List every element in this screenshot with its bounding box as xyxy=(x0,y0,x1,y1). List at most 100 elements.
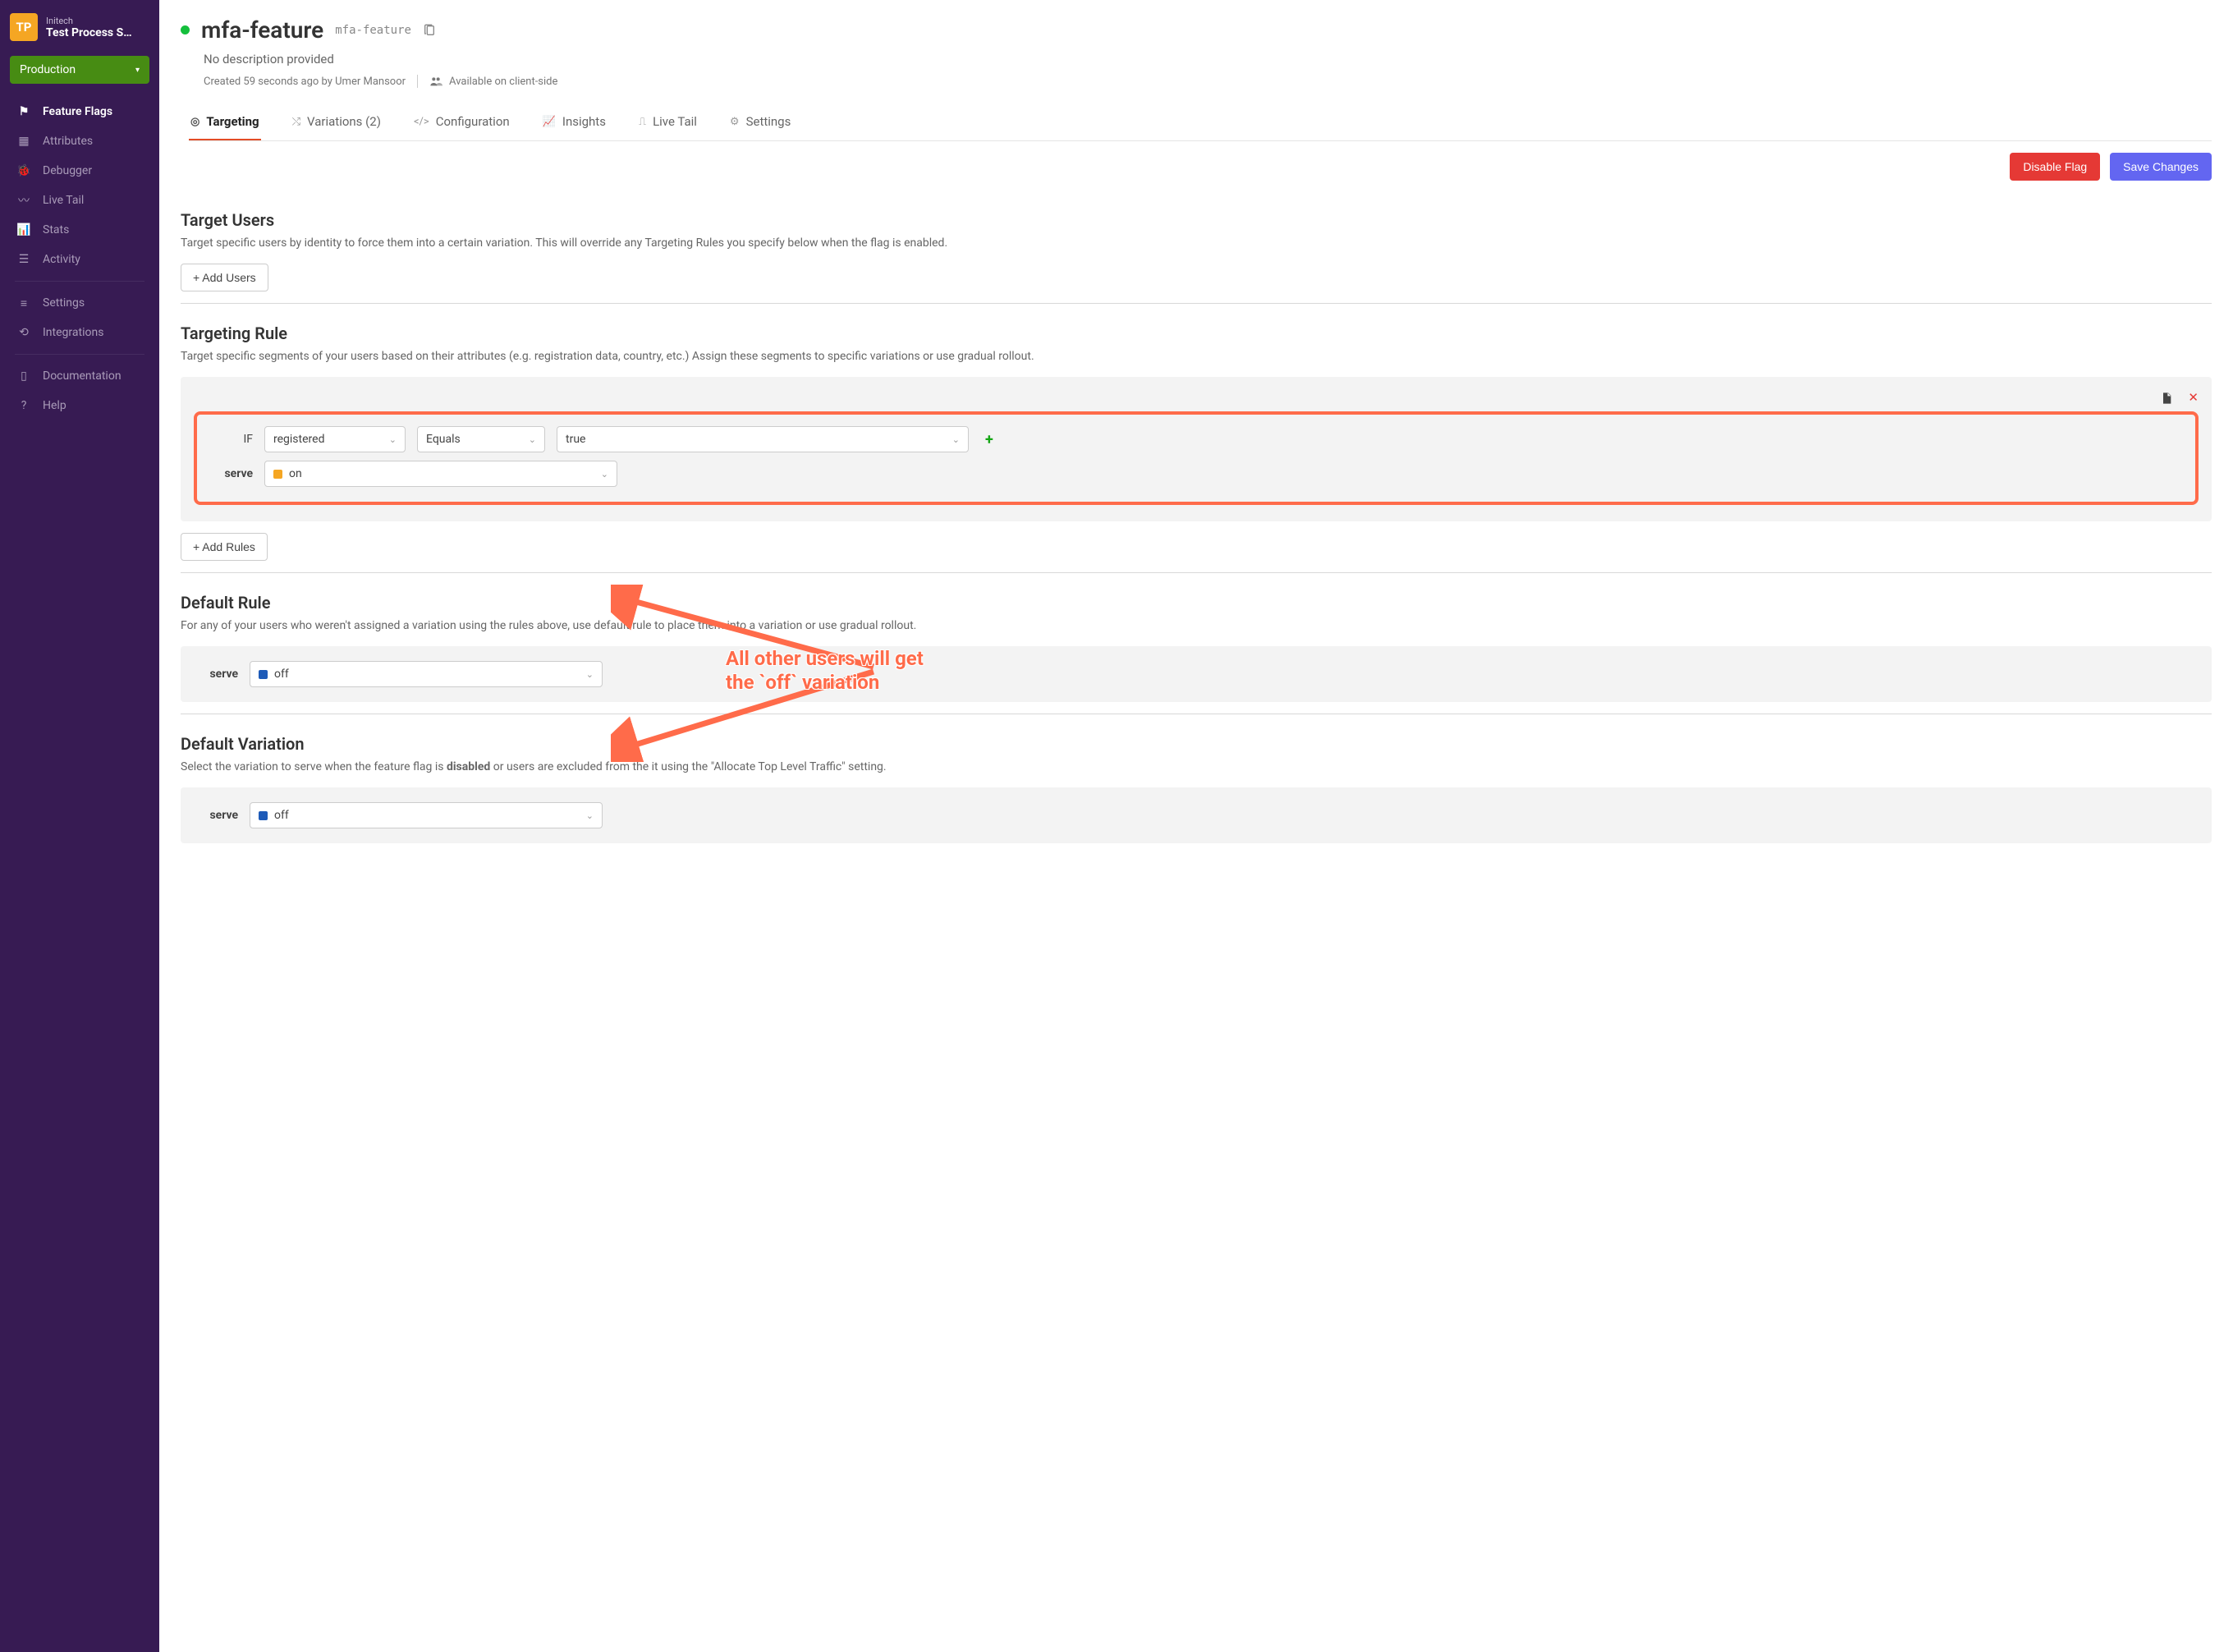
flag-icon: ⚑ xyxy=(16,104,31,119)
save-changes-button[interactable]: Save Changes xyxy=(2110,153,2212,181)
section-description: Target specific segments of your users b… xyxy=(181,348,2212,365)
rule-serve-row: serve on ⌄ xyxy=(209,461,2182,487)
copy-rule-button[interactable] xyxy=(2160,390,2173,405)
sidebar-item-stats[interactable]: 📊 Stats xyxy=(0,215,159,245)
flag-availability: Available on client-side xyxy=(449,76,557,88)
book-icon: ▯ xyxy=(16,369,31,383)
default-variation-serve-row: serve off ⌄ xyxy=(194,802,2199,828)
tab-settings[interactable]: ⚙ Settings xyxy=(728,108,792,140)
tab-label: Insights xyxy=(562,114,606,129)
sidebar-item-activity[interactable]: ☰ Activity xyxy=(0,245,159,274)
sidebar-item-label: Stats xyxy=(43,223,69,236)
tab-live-tail[interactable]: ⎍ Live Tail xyxy=(637,108,699,140)
sidebar-item-attributes[interactable]: ▦ Attributes xyxy=(0,126,159,156)
org-name: Initech xyxy=(46,16,132,26)
tab-label: Variations (2) xyxy=(307,114,381,129)
sidebar: TP Initech Test Process S… Production ▾ … xyxy=(0,0,159,1652)
serve-text: off xyxy=(274,809,289,822)
serve-select[interactable]: on ⌄ xyxy=(264,461,617,487)
sidebar-item-label: Documentation xyxy=(43,369,122,383)
section-divider xyxy=(181,303,2212,304)
default-rule-serve-select[interactable]: off ⌄ xyxy=(250,661,603,687)
sidebar-item-label: Integrations xyxy=(43,326,103,339)
section-description: For any of your users who weren't assign… xyxy=(181,617,2212,635)
tab-label: Settings xyxy=(746,114,791,129)
add-rules-button[interactable]: + Add Rules xyxy=(181,533,268,561)
serve-text: off xyxy=(274,668,289,681)
add-condition-button[interactable]: + xyxy=(985,431,993,448)
sidebar-item-label: Help xyxy=(43,399,66,412)
grid-icon: ▦ xyxy=(16,134,31,149)
status-dot-active-icon xyxy=(181,25,190,34)
flag-tabs: ◎ Targeting ⤭ Variations (2) </> Configu… xyxy=(189,108,2212,141)
section-default-rule: Default Rule For any of your users who w… xyxy=(181,593,2212,714)
gear-icon: ⚙ xyxy=(730,116,740,128)
section-title: Target Users xyxy=(181,210,2212,230)
flag-description: No description provided xyxy=(204,52,2212,67)
tab-targeting[interactable]: ◎ Targeting xyxy=(189,108,261,140)
chevron-down-icon: ⌄ xyxy=(586,669,594,680)
sidebar-item-label: Activity xyxy=(43,253,80,266)
attribute-select[interactable]: registered ⌄ xyxy=(264,426,406,452)
sidebar-item-settings[interactable]: ≡ Settings xyxy=(0,288,159,318)
annotation-line2: the `off` variation xyxy=(726,671,879,694)
document-icon xyxy=(2160,392,2173,405)
desc-post: or users are excluded from the it using … xyxy=(490,760,886,773)
sidebar-item-documentation[interactable]: ▯ Documentation xyxy=(0,361,159,391)
chevron-down-icon: ⌄ xyxy=(952,434,960,445)
sidebar-item-label: Live Tail xyxy=(43,194,84,207)
main-content: mfa-feature mfa-feature No description p… xyxy=(159,0,2233,1652)
org-header[interactable]: TP Initech Test Process S… xyxy=(0,8,159,51)
sidebar-item-live-tail[interactable]: 〰 Live Tail xyxy=(0,186,159,215)
value-select[interactable]: true ⌄ xyxy=(557,426,969,452)
section-title: Targeting Rule xyxy=(181,324,2212,343)
tab-label: Live Tail xyxy=(653,114,697,129)
flag-meta: Created 59 seconds ago by Umer Mansoor A… xyxy=(204,75,2212,88)
sidebar-item-label: Settings xyxy=(43,296,85,310)
flag-created: Created 59 seconds ago by Umer Mansoor xyxy=(204,76,406,88)
wave-icon: 〰 xyxy=(16,193,31,208)
sidebar-item-label: Feature Flags xyxy=(43,105,112,118)
default-variation-panel: serve off ⌄ xyxy=(181,787,2212,843)
stats-icon: 📊 xyxy=(16,223,31,237)
code-icon: </> xyxy=(414,116,429,128)
sliders-icon: ≡ xyxy=(16,296,31,310)
default-variation-serve-select[interactable]: off ⌄ xyxy=(250,802,603,828)
chevron-down-icon: ⌄ xyxy=(586,810,594,821)
sidebar-item-feature-flags[interactable]: ⚑ Feature Flags xyxy=(0,97,159,126)
delete-rule-button[interactable]: ✕ xyxy=(2188,390,2199,405)
desc-bold: disabled xyxy=(447,760,490,773)
select-value: off xyxy=(259,809,289,822)
tab-configuration[interactable]: </> Configuration xyxy=(412,108,511,140)
users-icon xyxy=(429,75,442,88)
sidebar-item-label: Attributes xyxy=(43,135,93,148)
sidebar-item-debugger[interactable]: 🐞 Debugger xyxy=(0,156,159,186)
if-label: IF xyxy=(209,433,253,446)
copy-key-button[interactable] xyxy=(423,23,436,36)
disable-flag-button[interactable]: Disable Flag xyxy=(2010,153,2100,181)
plug-icon: ⟲ xyxy=(16,325,31,340)
serve-text: on xyxy=(289,467,302,480)
environment-selector[interactable]: Production ▾ xyxy=(10,56,149,84)
sidebar-item-help[interactable]: ? Help xyxy=(0,391,159,420)
desc-pre: Select the variation to serve when the f… xyxy=(181,760,447,773)
environment-label: Production xyxy=(20,63,76,76)
add-users-button[interactable]: + Add Users xyxy=(181,264,268,291)
operator-select[interactable]: Equals ⌄ xyxy=(417,426,545,452)
flag-key: mfa-feature xyxy=(335,24,411,37)
section-divider xyxy=(181,572,2212,573)
chart-icon: 📈 xyxy=(543,116,556,128)
chevron-down-icon: ⌄ xyxy=(529,434,536,445)
tab-variations[interactable]: ⤭ Variations (2) xyxy=(291,108,383,140)
section-title: Default Rule xyxy=(181,593,2212,613)
nav-divider xyxy=(15,281,144,282)
bug-icon: 🐞 xyxy=(16,163,31,178)
list-icon: ☰ xyxy=(16,252,31,267)
variation-color-swatch xyxy=(273,470,282,479)
chevron-down-icon: ⌄ xyxy=(601,469,608,480)
title-row: mfa-feature mfa-feature xyxy=(181,16,2212,44)
tab-insights[interactable]: 📈 Insights xyxy=(541,108,608,140)
sidebar-item-integrations[interactable]: ⟲ Integrations xyxy=(0,318,159,347)
clipboard-icon xyxy=(423,24,436,37)
select-value: true xyxy=(566,433,585,446)
